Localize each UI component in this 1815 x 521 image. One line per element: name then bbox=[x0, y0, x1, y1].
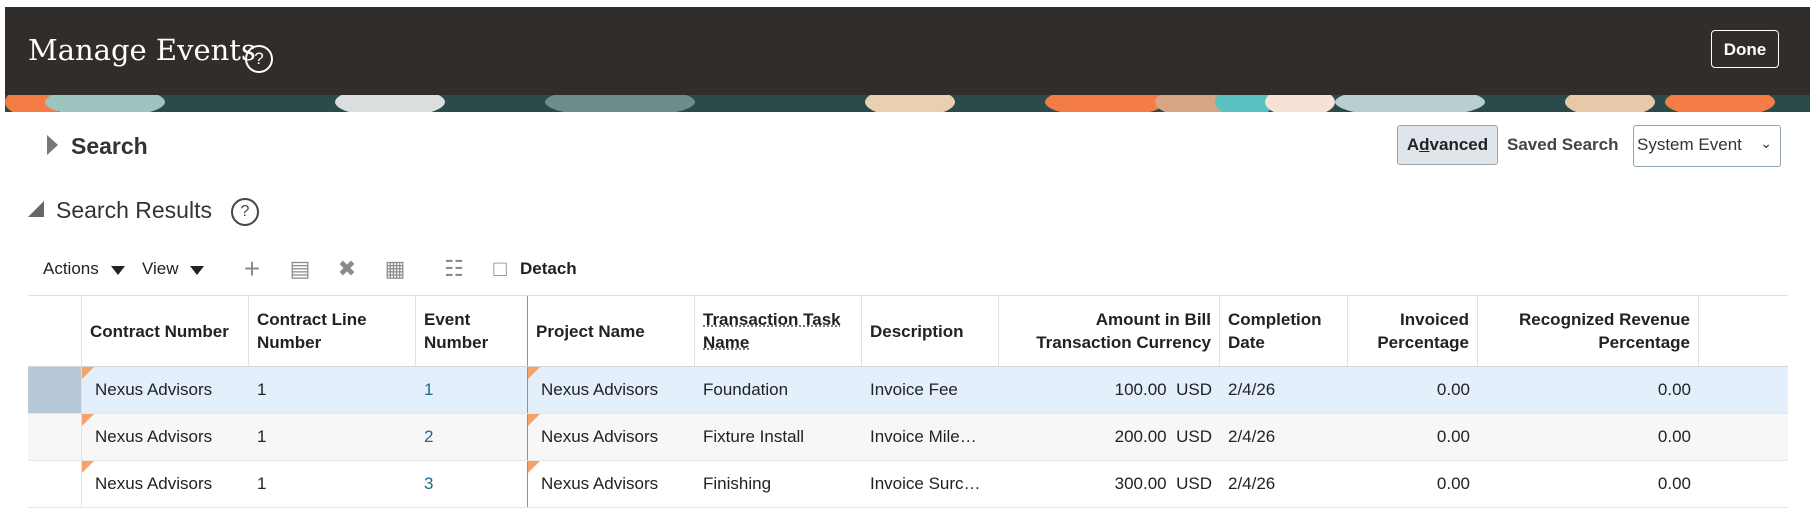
done-button[interactable]: Done bbox=[1711, 30, 1779, 68]
saved-search-value: System Event bbox=[1637, 135, 1742, 154]
row-selector[interactable] bbox=[28, 367, 82, 413]
cell-revenue-percentage: 0.00 bbox=[1657, 427, 1691, 446]
cell-contract-number[interactable]: Nexus Advisors bbox=[82, 461, 249, 507]
help-icon[interactable]: ? bbox=[245, 45, 273, 73]
column-header-contract-line-number[interactable]: Contract Line Number bbox=[249, 296, 416, 366]
cell-completion-date: 2/4/26 bbox=[1228, 474, 1276, 493]
cell-project-name[interactable]: Nexus Advisors bbox=[528, 461, 695, 507]
currency-value: USD bbox=[1176, 427, 1212, 446]
transaction-task-name-label: Transaction Task Name bbox=[703, 310, 841, 352]
contract-number-value: Nexus Advisors bbox=[95, 474, 213, 493]
row-selector[interactable] bbox=[28, 461, 82, 507]
corner-marker-icon bbox=[528, 461, 540, 473]
corner-marker-icon bbox=[82, 414, 94, 426]
actions-menu[interactable]: Actions bbox=[43, 259, 99, 279]
column-header-transaction-task-name[interactable]: Transaction Task Name bbox=[695, 296, 862, 366]
column-header-contract-number[interactable]: Contract Number bbox=[82, 296, 249, 366]
column-header-project-name[interactable]: Project Name bbox=[528, 296, 695, 366]
column-header-recognized-revenue-percentage[interactable]: Recognized Revenue Percentage bbox=[1478, 296, 1699, 366]
row-selector[interactable] bbox=[28, 414, 82, 460]
column-header-amount[interactable]: Amount in Bill Transaction Currency bbox=[999, 296, 1220, 366]
plus-icon[interactable]: + bbox=[238, 255, 266, 283]
table-row[interactable]: Nexus Advisors 1 2 Nexus Advisors Fixtur… bbox=[28, 414, 1788, 461]
filter-icon[interactable]: ☷ bbox=[440, 255, 468, 283]
saved-search-select[interactable]: System Event ⌄ bbox=[1633, 125, 1781, 167]
chevron-down-icon: ⌄ bbox=[1760, 135, 1772, 151]
table-header-row: Contract Number Contract Line Number Eve… bbox=[28, 296, 1788, 367]
project-name-value: Nexus Advisors bbox=[541, 474, 659, 493]
cell-amount: 200.00 USD bbox=[999, 414, 1220, 460]
cell-revenue-percentage: 0.00 bbox=[1657, 380, 1691, 399]
results-collapse-icon[interactable] bbox=[28, 201, 44, 217]
search-results-table: Contract Number Contract Line Number Eve… bbox=[28, 295, 1788, 508]
amount-value: 100.00 bbox=[1114, 380, 1167, 399]
cell-task-name: Foundation bbox=[703, 380, 789, 399]
contract-number-value: Nexus Advisors bbox=[95, 380, 213, 399]
event-number-link[interactable]: 2 bbox=[416, 414, 528, 460]
currency-value: USD bbox=[1176, 474, 1212, 493]
cell-amount: 100.00 USD bbox=[999, 367, 1220, 413]
freeze-columns-icon[interactable]: ▦ bbox=[381, 255, 409, 283]
currency-value: USD bbox=[1176, 380, 1212, 399]
corner-marker-icon bbox=[82, 461, 94, 473]
row-header-column bbox=[28, 296, 82, 366]
cell-task-name: Finishing bbox=[703, 474, 772, 493]
cell-contract-line: 1 bbox=[257, 474, 267, 493]
event-number-link[interactable]: 1 bbox=[416, 367, 528, 413]
view-menu[interactable]: View bbox=[142, 259, 179, 279]
cell-project-name[interactable]: Nexus Advisors bbox=[528, 414, 695, 460]
page-title: Manage Events bbox=[28, 33, 256, 67]
project-name-value: Nexus Advisors bbox=[541, 427, 659, 446]
cell-description: Invoice Fee bbox=[870, 380, 958, 399]
corner-marker-icon bbox=[528, 414, 540, 426]
page-header: Manage Events ? Done bbox=[5, 7, 1810, 95]
x-icon[interactable]: ✖ bbox=[333, 255, 361, 283]
cell-description: Invoice Mile… bbox=[870, 427, 977, 446]
cell-completion-date: 2/4/26 bbox=[1228, 427, 1276, 446]
copy-icon[interactable]: ▤ bbox=[286, 255, 314, 283]
search-section-title[interactable]: Search bbox=[71, 133, 148, 160]
cell-project-name[interactable]: Nexus Advisors bbox=[528, 367, 695, 413]
cell-invoiced-percentage: 0.00 bbox=[1436, 474, 1470, 493]
corner-marker-icon bbox=[82, 367, 94, 379]
amount-value: 200.00 bbox=[1114, 427, 1167, 446]
column-header-invoiced-percentage[interactable]: Invoiced Percentage bbox=[1348, 296, 1478, 366]
help-icon[interactable]: ? bbox=[231, 198, 259, 226]
cell-contract-number[interactable]: Nexus Advisors bbox=[82, 414, 249, 460]
event-number-link[interactable]: 3 bbox=[416, 461, 528, 507]
results-section-title: Search Results bbox=[56, 197, 212, 223]
column-header-completion-date[interactable]: Completion Date bbox=[1220, 296, 1348, 366]
saved-search-label: Saved Search bbox=[1507, 135, 1619, 154]
table-row[interactable]: Nexus Advisors 1 3 Nexus Advisors Finish… bbox=[28, 461, 1788, 508]
contract-number-value: Nexus Advisors bbox=[95, 427, 213, 446]
search-expand-icon[interactable] bbox=[47, 135, 58, 155]
cell-invoiced-percentage: 0.00 bbox=[1436, 427, 1470, 446]
cell-completion-date: 2/4/26 bbox=[1228, 380, 1276, 399]
column-header-description[interactable]: Description bbox=[862, 296, 999, 366]
cell-contract-line: 1 bbox=[257, 427, 267, 446]
decorative-banner bbox=[5, 95, 1810, 112]
cell-amount: 300.00 USD bbox=[999, 461, 1220, 507]
caret-down-icon bbox=[190, 266, 204, 275]
project-name-value: Nexus Advisors bbox=[541, 380, 659, 399]
detach-button[interactable]: Detach bbox=[520, 259, 577, 279]
cell-revenue-percentage: 0.00 bbox=[1657, 474, 1691, 493]
caret-down-icon bbox=[111, 266, 125, 275]
corner-marker-icon bbox=[528, 367, 540, 379]
cell-invoiced-percentage: 0.00 bbox=[1436, 380, 1470, 399]
cell-contract-line: 1 bbox=[257, 380, 267, 399]
column-header-event-number[interactable]: Event Number bbox=[416, 296, 528, 366]
amount-value: 300.00 bbox=[1114, 474, 1167, 493]
cell-contract-number[interactable]: Nexus Advisors bbox=[82, 367, 249, 413]
cell-task-name: Fixture Install bbox=[703, 427, 805, 446]
table-row[interactable]: Nexus Advisors 1 1 Nexus Advisors Founda… bbox=[28, 367, 1788, 414]
cell-description: Invoice Surc… bbox=[870, 474, 981, 493]
detach-icon[interactable]: □ bbox=[486, 255, 514, 283]
advanced-search-button[interactable]: Advanced bbox=[1397, 125, 1498, 165]
